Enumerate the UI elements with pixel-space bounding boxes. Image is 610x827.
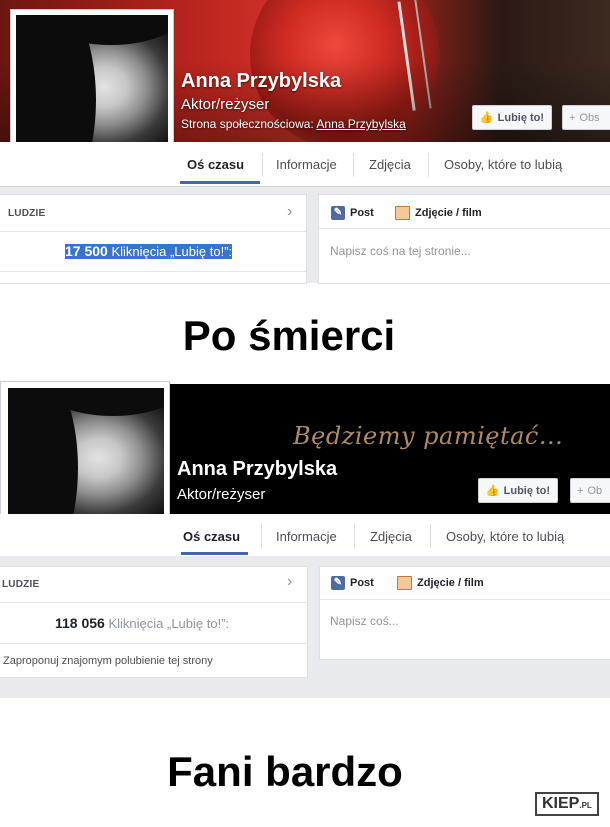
plus-icon: +: [577, 484, 584, 497]
follow-button[interactable]: + Obs: [562, 105, 610, 130]
like-button[interactable]: 👍 Lubię to!: [478, 478, 558, 503]
tab-about[interactable]: Informacje: [276, 529, 337, 544]
people-card: LUDZIE › 17 500 Kliknięcia „Lubię to!”:: [0, 194, 307, 284]
composer-photo-tab[interactable]: Zdjęcie / film: [395, 206, 482, 220]
likes-label: Kliknięcia „Lubię to!”:: [111, 244, 233, 259]
kiep-watermark-logo: KIEP.PL: [535, 792, 599, 816]
thumbs-up-icon: 👍: [485, 485, 500, 497]
pencil-icon: ✎: [331, 206, 345, 220]
people-card: LUDZIE › 118 056 Kliknięcia „Lubię to!”:…: [0, 566, 308, 678]
composer-photo-tab[interactable]: Zdjęcie / film: [397, 576, 484, 590]
tab-likes[interactable]: Osoby, które to lubią: [444, 157, 562, 172]
tab-timeline[interactable]: Oś czasu: [183, 529, 240, 544]
profile-picture: [8, 388, 164, 534]
page-category: Aktor/reżyser: [177, 486, 266, 503]
community-line: Strona społecznościowa: Anna Przybylska: [181, 117, 406, 131]
pencil-icon: ✎: [331, 576, 345, 590]
tab-timeline[interactable]: Oś czasu: [187, 157, 244, 172]
plus-icon: +: [569, 111, 576, 124]
likes-count-line: 17 500 Kliknięcia „Lubię to!”:: [65, 243, 233, 259]
like-button[interactable]: 👍 Lubię to!: [472, 105, 552, 130]
page-category: Aktor/reżyser: [181, 96, 270, 113]
chevron-right-icon[interactable]: ›: [287, 573, 292, 591]
tab-about[interactable]: Informacje: [276, 157, 337, 172]
composer-input[interactable]: Napisz coś...: [330, 614, 399, 628]
composer-card: ✎ Post Zdjęcie / film Napisz coś...: [319, 566, 610, 660]
composer-post-tab[interactable]: ✎ Post: [331, 576, 374, 590]
tab-photos[interactable]: Zdjęcia: [370, 529, 412, 544]
likes-count: 17 500: [65, 243, 108, 259]
people-header: LUDZIE: [2, 579, 40, 590]
community-link[interactable]: Anna Przybylska: [316, 117, 405, 131]
likes-count: 118 056: [55, 615, 105, 631]
follow-button[interactable]: + Ob: [570, 478, 610, 503]
composer-post-tab[interactable]: ✎ Post: [331, 206, 374, 220]
active-tab-indicator: [180, 181, 260, 184]
caption-fans: Fani bardzo: [167, 748, 403, 795]
composer-input[interactable]: Napisz coś na tej stronie...: [330, 244, 471, 258]
thumbs-up-icon: 👍: [479, 112, 494, 124]
likes-count-line: 118 056 Kliknięcia „Lubię to!”:: [55, 615, 229, 631]
cover-memorial-text: Będziemy pamiętać...: [293, 422, 564, 450]
tab-likes[interactable]: Osoby, które to lubią: [446, 529, 564, 544]
page-name: Anna Przybylska: [177, 458, 338, 480]
suggest-link[interactable]: Zaproponuj znajomym polubienie tej stron…: [3, 655, 213, 667]
caption-after-death: Po śmierci: [182, 312, 396, 359]
chevron-right-icon[interactable]: ›: [287, 203, 292, 221]
photo-icon: [395, 206, 410, 220]
people-header: LUDZIE: [8, 208, 46, 219]
likes-label: Kliknięcia „Lubię to!”:: [108, 616, 230, 631]
composer-card: ✎ Post Zdjęcie / film Napisz coś na tej …: [318, 194, 610, 284]
page-name: Anna Przybylska: [181, 70, 342, 92]
active-tab-indicator: [181, 552, 248, 555]
community-prefix: Strona społecznościowa:: [181, 117, 314, 131]
tab-photos[interactable]: Zdjęcia: [369, 157, 411, 172]
photo-icon: [397, 576, 412, 590]
